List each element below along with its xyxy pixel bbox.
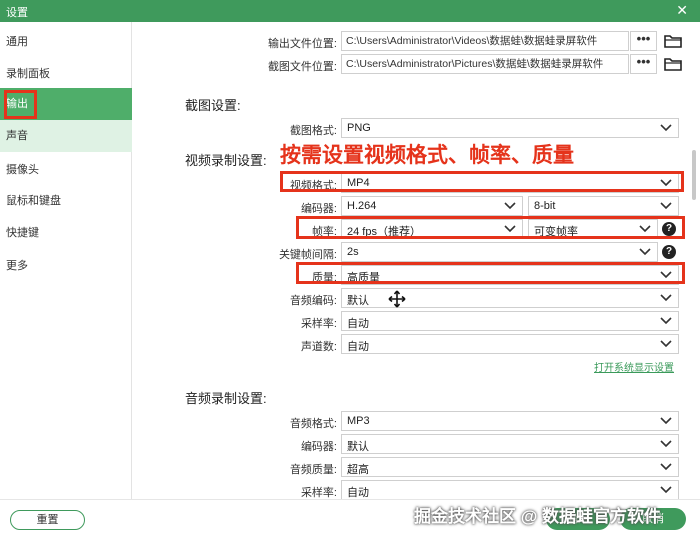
video-format-label: 视频格式: — [289, 180, 337, 192]
audio-settings-title: 音频录制设置: — [185, 391, 267, 406]
sidebar: 通用 录制面板 输出 声音 摄像头 鼠标和键盘 快捷键 更多 — [0, 22, 132, 502]
audio-format-label: 音频格式: — [289, 418, 337, 430]
video-path-input[interactable]: C:\Users\Administrator\Videos\数据蛙\数据蛙录屏软… — [341, 31, 629, 51]
folder-icon[interactable] — [664, 57, 682, 71]
samplerate-value: 自动 — [347, 318, 369, 330]
chevron-down-icon — [660, 317, 672, 325]
audio-encoder-value: 默认 — [347, 441, 369, 453]
audio-codec-label: 音频编码: — [289, 295, 337, 307]
chevron-down-icon — [660, 294, 672, 302]
samplerate-select[interactable]: 自动 — [341, 311, 679, 331]
framerate-help-icon[interactable]: ? — [662, 222, 676, 236]
ok-button[interactable]: 确定 — [546, 508, 610, 530]
keyframe-label: 关键帧间隔: — [278, 249, 337, 261]
settings-content: 输出文件位置: C:\Users\Administrator\Videos\数据… — [133, 22, 700, 499]
channels-select[interactable]: 自动 — [341, 334, 679, 354]
audio-quality-value: 超高 — [347, 464, 369, 476]
framerate-value: 24 fps（推荐） — [347, 226, 421, 238]
chevron-down-icon — [660, 124, 672, 132]
open-display-settings-link[interactable]: 打开系统显示设置 — [594, 359, 674, 374]
video-path-label: 输出文件位置: — [267, 38, 337, 50]
audio-codec-value: 默认 — [347, 295, 369, 307]
chevron-down-icon — [660, 440, 672, 448]
scrollbar[interactable] — [692, 150, 696, 200]
screenshot-settings-title: 截图设置: — [185, 98, 241, 113]
audio-encoder-label: 编码器: — [300, 441, 337, 453]
chevron-down-icon — [660, 202, 672, 210]
audio-quality-select[interactable]: 超高 — [341, 457, 679, 477]
encoder-select[interactable]: H.264 — [341, 196, 523, 216]
sidebar-item-more[interactable]: 更多 — [0, 250, 132, 282]
chevron-down-icon — [660, 271, 672, 279]
channels-label: 声道数: — [300, 341, 337, 353]
sidebar-item-hotkeys[interactable]: 快捷键 — [0, 217, 132, 249]
sidebar-item-sound[interactable]: 声音 — [0, 120, 132, 152]
reset-button[interactable]: 重置 — [10, 510, 85, 530]
video-format-select[interactable]: MP4 — [341, 173, 679, 193]
video-path-browse-button[interactable]: ••• — [630, 31, 657, 51]
framerate-select[interactable]: 24 fps（推荐） — [341, 219, 523, 239]
window-title: 设置 — [6, 7, 28, 19]
framerate-mode-value: 可变帧率 — [534, 226, 578, 238]
annotation-text: 按需设置视频格式、帧率、质量 — [280, 144, 574, 167]
image-path-input[interactable]: C:\Users\Administrator\Pictures\数据蛙\数据蛙录… — [341, 54, 629, 74]
audio-samplerate-value: 自动 — [347, 487, 369, 499]
samplerate-label: 采样率: — [300, 318, 337, 330]
screenshot-format-value: PNG — [347, 122, 371, 134]
sidebar-item-mouse-keyboard[interactable]: 鼠标和键盘 — [0, 185, 132, 217]
audio-samplerate-select[interactable]: 自动 — [341, 480, 679, 499]
chevron-down-icon — [504, 225, 516, 233]
framerate-mode-select[interactable]: 可变帧率 — [528, 219, 658, 239]
image-path-label: 截图文件位置: — [267, 61, 337, 73]
move-cursor-icon — [388, 290, 406, 308]
quality-label: 质量: — [311, 272, 337, 284]
screenshot-format-label: 截图格式: — [289, 125, 337, 137]
encoder-label: 编码器: — [300, 203, 337, 215]
video-format-value: MP4 — [347, 177, 370, 189]
audio-format-value: MP3 — [347, 415, 370, 427]
chevron-down-icon — [660, 486, 672, 494]
chevron-down-icon — [639, 248, 651, 256]
keyframe-help-icon[interactable]: ? — [662, 245, 676, 259]
close-icon[interactable]: ✕ — [676, 2, 688, 18]
channels-value: 自动 — [347, 341, 369, 353]
image-path-browse-button[interactable]: ••• — [630, 54, 657, 74]
quality-value: 高质量 — [347, 272, 380, 284]
chevron-down-icon — [660, 463, 672, 471]
bit-depth-value: 8-bit — [534, 200, 556, 212]
chevron-down-icon — [504, 202, 516, 210]
sidebar-item-camera[interactable]: 摄像头 — [0, 154, 132, 186]
screenshot-format-select[interactable]: PNG — [341, 118, 679, 138]
chevron-down-icon — [639, 225, 651, 233]
footer: 重置 确定 取消 — [0, 499, 700, 539]
audio-samplerate-label: 采样率: — [300, 487, 337, 499]
chevron-down-icon — [660, 179, 672, 187]
sidebar-item-general[interactable]: 通用 — [0, 26, 132, 58]
title-bar: 设置 ✕ — [0, 0, 700, 22]
keyframe-select[interactable]: 2s — [341, 242, 658, 262]
chevron-down-icon — [660, 417, 672, 425]
sidebar-item-record-panel[interactable]: 录制面板 — [0, 58, 132, 90]
audio-encoder-select[interactable]: 默认 — [341, 434, 679, 454]
audio-format-select[interactable]: MP3 — [341, 411, 679, 431]
bit-depth-select[interactable]: 8-bit — [528, 196, 679, 216]
sidebar-item-output[interactable]: 输出 — [0, 88, 132, 120]
keyframe-value: 2s — [347, 246, 359, 258]
encoder-value: H.264 — [347, 200, 377, 212]
framerate-label: 帧率: — [311, 226, 337, 238]
folder-icon[interactable] — [664, 34, 682, 48]
video-settings-title: 视频录制设置: — [185, 153, 267, 168]
audio-quality-label: 音频质量: — [289, 464, 337, 476]
cancel-button[interactable]: 取消 — [620, 508, 686, 530]
chevron-down-icon — [660, 340, 672, 348]
quality-select[interactable]: 高质量 — [341, 265, 679, 285]
